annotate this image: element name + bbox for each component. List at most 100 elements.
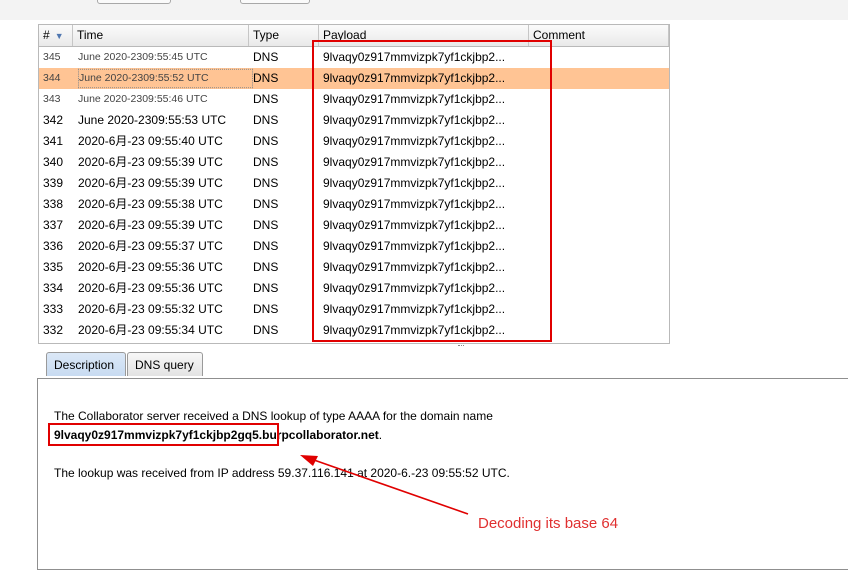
- row-type: DNS: [253, 239, 279, 253]
- row-time: June 2020-2309:55:46 UTC: [78, 93, 208, 105]
- tab-description[interactable]: Description: [46, 352, 126, 376]
- row-comment[interactable]: [533, 110, 665, 131]
- row-time: 2020-6月-23 09:55:36 UTC: [78, 260, 223, 274]
- row-number: 334: [43, 281, 64, 295]
- top-toolbar: [0, 0, 848, 20]
- row-comment[interactable]: [533, 215, 665, 236]
- table-row[interactable]: 342 June 2020-2309:55:53 UTC DNS 9lvaqy0…: [39, 110, 669, 131]
- row-time: 2020-6月-23 09:55:38 UTC: [78, 197, 223, 211]
- row-number: 338: [43, 197, 64, 211]
- description-panel: The Collaborator server received a DNS l…: [37, 378, 848, 570]
- row-payload: 9lvaqy0z917mmvizpk7yf1ckjbp2...: [323, 50, 506, 64]
- row-payload: 9lvaqy0z917mmvizpk7yf1ckjbp2...: [323, 197, 506, 211]
- table-row[interactable]: 336 2020-6月-23 09:55:37 UTC DNS 9lvaqy0z…: [39, 236, 669, 257]
- row-payload: 9lvaqy0z917mmvizpk7yf1ckjbp2...: [323, 260, 506, 274]
- column-header-payload[interactable]: Payload: [319, 25, 529, 46]
- row-comment[interactable]: [533, 68, 665, 89]
- row-payload: 9lvaqy0z917mmvizpk7yf1ckjbp2...: [323, 113, 506, 127]
- row-time: June 2020-2309:55:52 UTC: [78, 68, 253, 89]
- row-time: June 2020-2309:55:53 UTC: [78, 113, 227, 127]
- row-number: 340: [43, 155, 64, 169]
- row-comment[interactable]: [533, 299, 665, 320]
- row-number: 342: [43, 113, 64, 127]
- row-comment[interactable]: [533, 194, 665, 215]
- domain-suffix: .: [378, 428, 383, 442]
- row-number: 343: [43, 93, 61, 105]
- row-time: 2020-6月-23 09:55:37 UTC: [78, 239, 223, 253]
- row-number: 332: [43, 323, 64, 337]
- row-number: 335: [43, 260, 64, 274]
- row-type: DNS: [253, 260, 279, 274]
- row-time: 2020-6月-23 09:55:36 UTC: [78, 281, 223, 295]
- row-comment[interactable]: [533, 47, 665, 68]
- row-payload: 9lvaqy0z917mmvizpk7yf1ckjbp2...: [323, 71, 506, 85]
- tab-dns-query[interactable]: DNS query: [127, 352, 203, 376]
- table-row[interactable]: 339 2020-6月-23 09:55:39 UTC DNS 9lvaqy0z…: [39, 173, 669, 194]
- row-payload: 9lvaqy0z917mmvizpk7yf1ckjbp2...: [323, 323, 506, 337]
- table-row[interactable]: 343 June 2020-2309:55:46 UTC DNS 9lvaqy0…: [39, 89, 669, 110]
- row-number: 341: [43, 134, 64, 148]
- row-type: DNS: [253, 176, 279, 190]
- row-payload: 9lvaqy0z917mmvizpk7yf1ckjbp2...: [323, 155, 506, 169]
- row-time: 2020-6月-23 09:55:34 UTC: [78, 323, 223, 337]
- row-type: DNS: [253, 113, 279, 127]
- row-number: 337: [43, 218, 64, 232]
- row-type: DNS: [253, 281, 279, 295]
- sort-down-icon[interactable]: ▼: [55, 31, 64, 41]
- row-number: 345: [43, 51, 61, 63]
- row-type: DNS: [253, 155, 279, 169]
- table-row[interactable]: 337 2020-6月-23 09:55:39 UTC DNS 9lvaqy0z…: [39, 215, 669, 236]
- splitter-grip-icon[interactable]: [458, 345, 464, 348]
- table-row[interactable]: 333 2020-6月-23 09:55:32 UTC DNS 9lvaqy0z…: [39, 299, 669, 320]
- description-line: The Collaborator server received a DNS l…: [54, 409, 493, 423]
- row-comment[interactable]: [533, 152, 665, 173]
- row-comment[interactable]: [533, 131, 665, 152]
- row-payload: 9lvaqy0z917mmvizpk7yf1ckjbp2...: [323, 281, 506, 295]
- row-payload: 9lvaqy0z917mmvizpk7yf1ckjbp2...: [323, 239, 506, 253]
- row-comment[interactable]: [533, 278, 665, 299]
- domain-highlight-box: [48, 423, 279, 446]
- row-comment[interactable]: [533, 89, 665, 110]
- row-type: DNS: [253, 71, 279, 85]
- table-row[interactable]: 335 2020-6月-23 09:55:36 UTC DNS 9lvaqy0z…: [39, 257, 669, 278]
- row-time: 2020-6月-23 09:55:40 UTC: [78, 134, 223, 148]
- table-row[interactable]: 345 June 2020-2309:55:45 UTC DNS 9lvaqy0…: [39, 47, 669, 68]
- table-row-selected[interactable]: 344 June 2020-2309:55:52 UTC DNS 9lvaqy0…: [39, 68, 669, 89]
- row-time: 2020-6月-23 09:55:39 UTC: [78, 155, 223, 169]
- table-header: # ▼ Time Type Payload Comment: [39, 25, 669, 47]
- row-time: June 2020-2309:55:45 UTC: [78, 51, 208, 63]
- row-comment[interactable]: [533, 173, 665, 194]
- row-type: DNS: [253, 218, 279, 232]
- column-header-number[interactable]: # ▼: [39, 25, 73, 46]
- row-type: DNS: [253, 50, 279, 64]
- toolbar-button[interactable]: [240, 0, 310, 4]
- column-header-time[interactable]: Time: [73, 25, 249, 46]
- row-comment[interactable]: [533, 320, 665, 341]
- row-type: DNS: [253, 134, 279, 148]
- row-number: 333: [43, 302, 64, 316]
- column-header-type[interactable]: Type: [249, 25, 319, 46]
- row-type: DNS: [253, 197, 279, 211]
- table-row[interactable]: 338 2020-6月-23 09:55:38 UTC DNS 9lvaqy0z…: [39, 194, 669, 215]
- row-time: 2020-6月-23 09:55:39 UTC: [78, 176, 223, 190]
- row-comment[interactable]: [533, 236, 665, 257]
- row-time: 2020-6月-23 09:55:39 UTC: [78, 218, 223, 232]
- row-number: 336: [43, 239, 64, 253]
- row-number: 344: [43, 72, 61, 84]
- row-payload: 9lvaqy0z917mmvizpk7yf1ckjbp2...: [323, 218, 506, 232]
- table-row[interactable]: 340 2020-6月-23 09:55:39 UTC DNS 9lvaqy0z…: [39, 152, 669, 173]
- row-payload: 9lvaqy0z917mmvizpk7yf1ckjbp2...: [323, 176, 506, 190]
- row-comment[interactable]: [533, 257, 665, 278]
- toolbar-field[interactable]: [97, 0, 171, 4]
- interactions-table: # ▼ Time Type Payload Comment 345 June 20…: [38, 24, 670, 344]
- row-type: DNS: [253, 323, 279, 337]
- table-row[interactable]: 341 2020-6月-23 09:55:40 UTC DNS 9lvaqy0z…: [39, 131, 669, 152]
- annotation-label: Decoding its base 64: [478, 515, 619, 532]
- row-number: 339: [43, 176, 64, 190]
- row-time: 2020-6月-23 09:55:32 UTC: [78, 302, 223, 316]
- pane-splitter[interactable]: [0, 344, 848, 348]
- column-header-comment[interactable]: Comment: [529, 25, 669, 46]
- lookup-source-line: The lookup was received from IP address …: [54, 466, 510, 480]
- table-row[interactable]: 332 2020-6月-23 09:55:34 UTC DNS 9lvaqy0z…: [39, 320, 669, 341]
- table-row[interactable]: 334 2020-6月-23 09:55:36 UTC DNS 9lvaqy0z…: [39, 278, 669, 299]
